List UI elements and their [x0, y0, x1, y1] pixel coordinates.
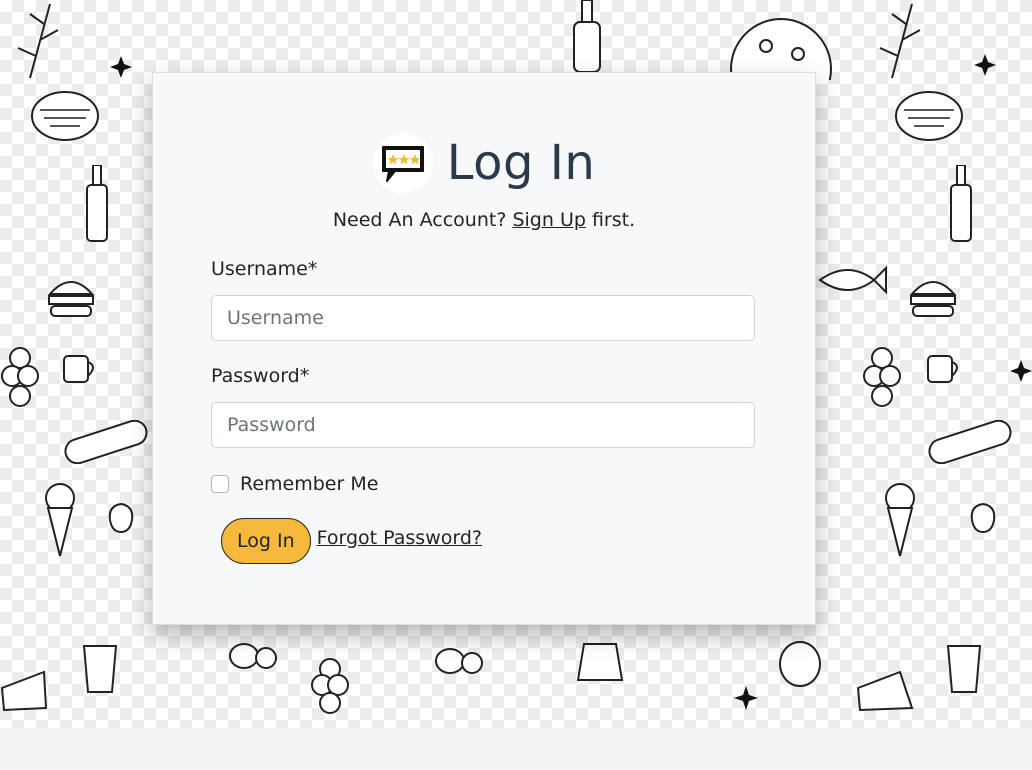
herb-sprig-icon: [879, 3, 921, 79]
page-footer-strip: [0, 728, 1032, 770]
star-anise-icon: [1010, 360, 1032, 382]
fish-icon: [818, 265, 887, 295]
forgot-password-link[interactable]: Forgot Password?: [317, 527, 482, 549]
ice-cream-icon: [885, 483, 915, 557]
signup-prompt: Need An Account? Sign Up first.: [153, 209, 815, 231]
olive-oil-bottle-icon: [573, 0, 601, 73]
rating-chat-bubble-icon: [372, 133, 433, 193]
burger-icon: [47, 281, 95, 317]
cheese-wheel-icon: [31, 91, 99, 141]
lemon-icon: [435, 648, 483, 674]
star-anise-icon: [734, 686, 758, 710]
grapes-icon: [311, 658, 349, 714]
pizza-icon: [730, 18, 832, 80]
grapes-icon: [1, 347, 39, 407]
pudding-icon: [576, 643, 624, 681]
pepper-icon: [970, 502, 996, 534]
title-row: Log In: [153, 131, 815, 195]
eggplant-icon: [779, 641, 821, 687]
remember-me-row: Remember Me: [211, 473, 378, 495]
herb-sprig-icon: [17, 3, 59, 79]
popcorn-icon: [82, 645, 118, 693]
username-label: Username*: [211, 258, 318, 280]
star-anise-icon: [974, 54, 996, 76]
star-anise-icon: [110, 56, 132, 78]
signup-link[interactable]: Sign Up: [512, 209, 585, 231]
ice-cream-icon: [45, 483, 75, 557]
coffee-cup-icon: [927, 355, 958, 383]
login-button[interactable]: Log In: [221, 518, 311, 564]
lemon-icon: [229, 643, 277, 669]
username-input[interactable]: [211, 295, 755, 341]
coffee-cup-icon: [63, 355, 94, 383]
cheese-slice-icon: [856, 670, 914, 712]
page-title: Log In: [446, 135, 596, 191]
grapes-icon: [863, 347, 901, 407]
popcorn-icon: [946, 645, 982, 693]
remember-me-checkbox[interactable]: [211, 475, 229, 493]
burger-icon: [909, 281, 957, 317]
sausage-icon: [928, 420, 1012, 464]
wine-bottle-icon: [86, 165, 108, 242]
login-card: Log In Need An Account? Sign Up first. U…: [152, 72, 816, 625]
wine-bottle-icon: [950, 165, 972, 242]
need-account-text: Need An Account?: [332, 209, 507, 231]
sausage-icon: [64, 420, 148, 464]
signup-suffix-text: first.: [591, 209, 636, 231]
cheese-wheel-icon: [895, 91, 963, 141]
password-input[interactable]: [211, 402, 755, 448]
pepper-icon: [108, 502, 134, 534]
cheese-slice-icon: [0, 670, 48, 712]
remember-me-label[interactable]: Remember Me: [240, 473, 378, 495]
password-label: Password*: [211, 365, 310, 387]
actions-row: Log In Forgot Password?: [221, 518, 482, 564]
